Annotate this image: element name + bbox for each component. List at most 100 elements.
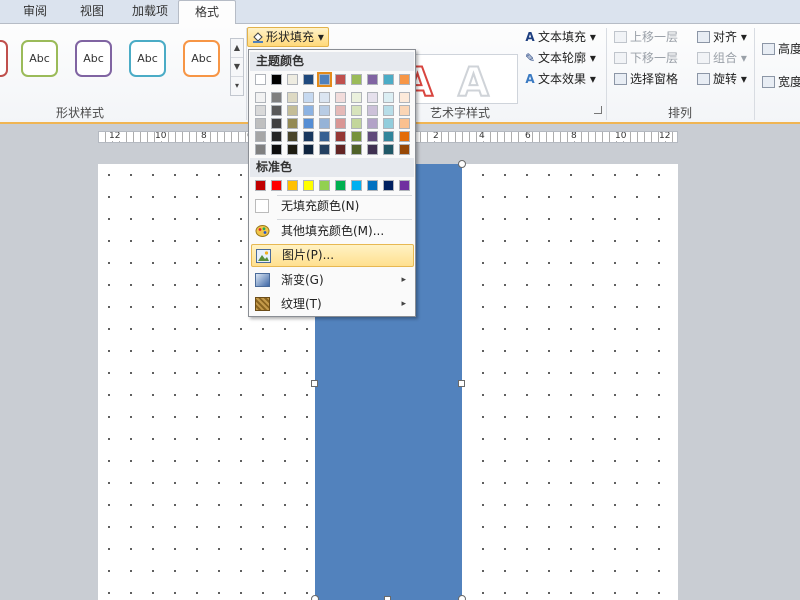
theme-shade-swatch[interactable] bbox=[319, 118, 330, 129]
picture-fill-item[interactable]: 图片(P)... bbox=[251, 244, 414, 267]
theme-color-swatch[interactable] bbox=[383, 74, 394, 85]
wordart-preset-gray[interactable]: A bbox=[457, 59, 490, 107]
theme-color-swatch[interactable] bbox=[303, 74, 314, 85]
tab-addins[interactable]: 加载项 bbox=[120, 0, 180, 24]
theme-shade-swatch[interactable] bbox=[351, 118, 362, 129]
theme-shade-swatch[interactable] bbox=[287, 118, 298, 129]
theme-shade-swatch[interactable] bbox=[351, 144, 362, 155]
standard-color-swatch[interactable] bbox=[335, 180, 346, 191]
selection-pane-button[interactable]: 选择窗格 bbox=[614, 70, 678, 88]
theme-color-swatch[interactable] bbox=[255, 74, 266, 85]
shape-fill-button[interactable]: 形状填充 ▾ bbox=[247, 27, 329, 47]
theme-shade-swatch[interactable] bbox=[383, 118, 394, 129]
theme-shade-swatch[interactable] bbox=[399, 144, 410, 155]
theme-shade-swatch[interactable] bbox=[383, 144, 394, 155]
theme-shade-swatch[interactable] bbox=[319, 131, 330, 142]
group-button[interactable]: 组合 ▾ bbox=[697, 49, 747, 67]
theme-shade-swatch[interactable] bbox=[255, 105, 266, 116]
gallery-up-icon[interactable]: ▲ bbox=[231, 39, 243, 58]
no-fill-item[interactable]: 无填充颜色(N) bbox=[251, 195, 414, 218]
standard-color-swatch[interactable] bbox=[367, 180, 378, 191]
bring-forward-button[interactable]: 上移一层 bbox=[614, 28, 678, 46]
theme-shade-swatch[interactable] bbox=[255, 131, 266, 142]
text-outline-button[interactable]: ✎ 文本轮廓 ▾ bbox=[522, 49, 596, 67]
theme-shade-swatch[interactable] bbox=[335, 131, 346, 142]
theme-shade-swatch[interactable] bbox=[271, 105, 282, 116]
theme-shade-swatch[interactable] bbox=[287, 144, 298, 155]
theme-shade-swatch[interactable] bbox=[335, 144, 346, 155]
rotate-button[interactable]: 旋转 ▾ bbox=[697, 70, 747, 88]
theme-shade-swatch[interactable] bbox=[319, 92, 330, 103]
gradient-fill-item[interactable]: 渐变(G) ▸ bbox=[251, 269, 414, 292]
theme-color-swatch[interactable] bbox=[335, 74, 346, 85]
theme-shade-swatch[interactable] bbox=[287, 105, 298, 116]
theme-color-swatch[interactable] bbox=[351, 74, 362, 85]
theme-shade-swatch[interactable] bbox=[399, 105, 410, 116]
standard-color-swatch[interactable] bbox=[399, 180, 410, 191]
standard-color-swatch[interactable] bbox=[271, 180, 282, 191]
theme-shade-swatch[interactable] bbox=[367, 118, 378, 129]
theme-shade-swatch[interactable] bbox=[319, 144, 330, 155]
theme-shade-swatch[interactable] bbox=[335, 118, 346, 129]
more-fill-colors-item[interactable]: 其他填充颜色(M)... bbox=[251, 220, 414, 243]
theme-shade-swatch[interactable] bbox=[335, 105, 346, 116]
theme-shade-swatch[interactable] bbox=[255, 118, 266, 129]
theme-shade-swatch[interactable] bbox=[383, 92, 394, 103]
theme-shade-swatch[interactable] bbox=[303, 131, 314, 142]
theme-shade-swatch[interactable] bbox=[255, 92, 266, 103]
standard-color-swatch[interactable] bbox=[351, 180, 362, 191]
resize-handle[interactable] bbox=[458, 595, 466, 600]
style-preset-orange[interactable]: Abc bbox=[183, 40, 220, 77]
theme-shade-swatch[interactable] bbox=[271, 92, 282, 103]
theme-shade-swatch[interactable] bbox=[271, 131, 282, 142]
height-field[interactable]: 高度 bbox=[762, 40, 800, 58]
theme-shade-swatch[interactable] bbox=[271, 144, 282, 155]
width-field[interactable]: 宽度 bbox=[762, 73, 800, 91]
style-preset-green[interactable]: Abc bbox=[21, 40, 58, 77]
standard-color-swatch[interactable] bbox=[383, 180, 394, 191]
gallery-down-icon[interactable]: ▼ bbox=[231, 58, 243, 77]
resize-handle[interactable] bbox=[311, 595, 319, 600]
theme-shade-swatch[interactable] bbox=[351, 105, 362, 116]
resize-handle[interactable] bbox=[458, 380, 465, 387]
theme-shade-swatch[interactable] bbox=[383, 105, 394, 116]
theme-shade-swatch[interactable] bbox=[303, 92, 314, 103]
style-preset-purple[interactable]: Abc bbox=[75, 40, 112, 77]
theme-shade-swatch[interactable] bbox=[287, 131, 298, 142]
theme-shade-swatch[interactable] bbox=[303, 144, 314, 155]
dialog-launcher-icon[interactable] bbox=[594, 106, 602, 114]
theme-shade-swatch[interactable] bbox=[303, 105, 314, 116]
theme-color-swatch[interactable] bbox=[317, 72, 332, 87]
theme-shade-swatch[interactable] bbox=[319, 105, 330, 116]
theme-shade-swatch[interactable] bbox=[383, 131, 394, 142]
theme-color-swatch[interactable] bbox=[367, 74, 378, 85]
theme-shade-swatch[interactable] bbox=[271, 118, 282, 129]
resize-handle[interactable] bbox=[311, 380, 318, 387]
style-preset-cyan[interactable]: Abc bbox=[129, 40, 166, 77]
tab-view[interactable]: 视图 bbox=[64, 0, 120, 24]
style-gallery-scroller[interactable]: ▲ ▼ ▾ bbox=[230, 38, 244, 96]
theme-shade-swatch[interactable] bbox=[367, 105, 378, 116]
theme-shade-swatch[interactable] bbox=[335, 92, 346, 103]
partial-style-preset[interactable] bbox=[0, 40, 8, 77]
theme-shade-swatch[interactable] bbox=[287, 92, 298, 103]
theme-shade-swatch[interactable] bbox=[303, 118, 314, 129]
tab-format[interactable]: 格式 bbox=[178, 0, 236, 25]
send-backward-button[interactable]: 下移一层 bbox=[614, 49, 678, 67]
standard-color-swatch[interactable] bbox=[287, 180, 298, 191]
theme-shade-swatch[interactable] bbox=[367, 131, 378, 142]
texture-fill-item[interactable]: 纹理(T) ▸ bbox=[251, 293, 414, 316]
theme-color-swatch[interactable] bbox=[287, 74, 298, 85]
standard-color-swatch[interactable] bbox=[303, 180, 314, 191]
theme-shade-swatch[interactable] bbox=[367, 144, 378, 155]
theme-shade-swatch[interactable] bbox=[351, 92, 362, 103]
theme-color-swatch[interactable] bbox=[399, 74, 410, 85]
text-effects-button[interactable]: A 文本效果 ▾ bbox=[522, 70, 596, 88]
tab-review[interactable]: 审阅 bbox=[6, 0, 64, 24]
standard-color-swatch[interactable] bbox=[255, 180, 266, 191]
resize-handle[interactable] bbox=[384, 596, 391, 600]
standard-color-swatch[interactable] bbox=[319, 180, 330, 191]
text-fill-button[interactable]: A 文本填充 ▾ bbox=[522, 28, 596, 46]
theme-shade-swatch[interactable] bbox=[367, 92, 378, 103]
gallery-more-icon[interactable]: ▾ bbox=[231, 77, 243, 96]
